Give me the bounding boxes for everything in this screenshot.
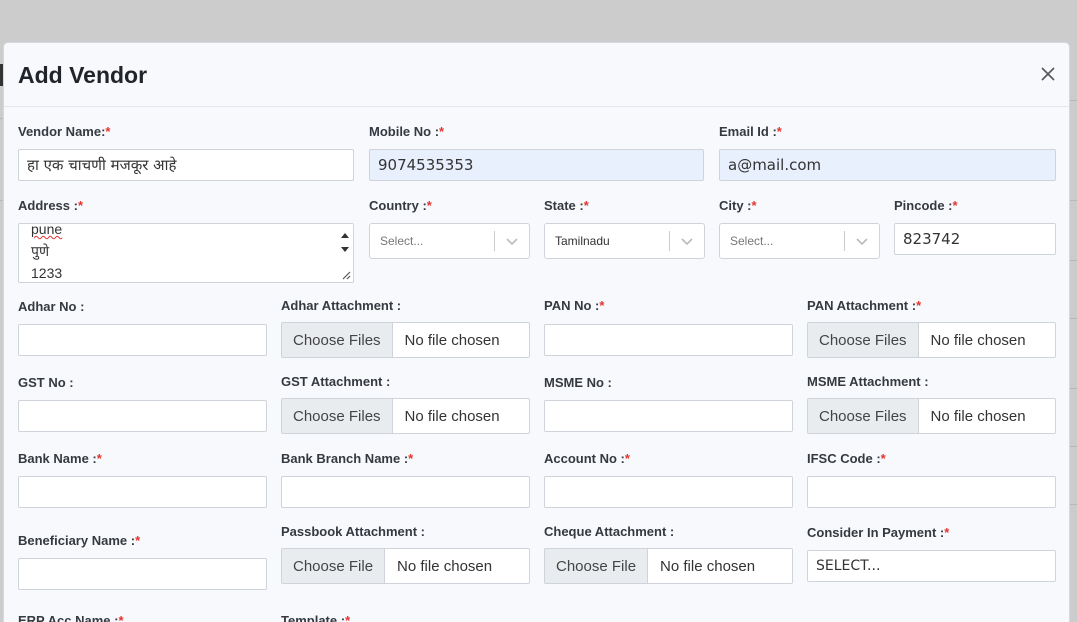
address-line: pune xyxy=(31,223,63,237)
scroll-up-arrow-icon[interactable] xyxy=(340,231,350,239)
city-label: City :* xyxy=(719,198,757,213)
background-divider xyxy=(1070,200,1077,201)
consider-in-payment-label: Consider In Payment :* xyxy=(807,525,950,540)
erp-acc-name-label: ERP Acc Name :* xyxy=(18,613,124,622)
choose-file-button[interactable]: Choose File xyxy=(545,549,649,583)
beneficiary-name-label: Beneficiary Name :* xyxy=(18,533,141,548)
address-line: पुणे xyxy=(31,243,50,259)
file-status: No file chosen xyxy=(930,331,1026,349)
file-status: No file chosen xyxy=(930,407,1026,425)
passbook-attachment-file-input[interactable]: Choose File No file chosen xyxy=(281,548,530,584)
choose-files-button[interactable]: Choose Files xyxy=(808,323,919,357)
pincode-value: 823742 xyxy=(903,230,961,248)
gst-no-label: GST No : xyxy=(18,375,74,390)
consider-in-payment-value: SELECT... xyxy=(816,558,881,574)
email-id-label: Email Id :* xyxy=(719,124,782,139)
close-button[interactable] xyxy=(1039,65,1057,83)
choose-file-button[interactable]: Choose File xyxy=(282,549,386,583)
country-placeholder: Select... xyxy=(380,234,424,248)
resize-grip-icon[interactable] xyxy=(341,270,351,280)
vendor-name-input[interactable]: हा एक चाचणी मजकूर आहे xyxy=(18,149,354,181)
chevron-down-icon[interactable] xyxy=(845,234,879,248)
vendor-name-value: हा एक चाचणी मजकूर आहे xyxy=(27,156,177,174)
email-id-input[interactable]: a@mail.com xyxy=(719,149,1056,181)
passbook-attachment-label: Passbook Attachment : xyxy=(281,524,425,539)
background-divider xyxy=(1070,504,1077,505)
state-select[interactable]: Tamilnadu xyxy=(544,223,705,259)
background-divider xyxy=(1070,446,1077,447)
gst-attachment-label: GST Attachment : xyxy=(281,374,391,389)
account-no-label: Account No :* xyxy=(544,451,630,466)
gst-attachment-file-input[interactable]: Choose Files No file chosen xyxy=(281,398,530,434)
address-line: 1233 xyxy=(31,265,63,281)
pan-attachment-file-input[interactable]: Choose Files No file chosen xyxy=(807,322,1056,358)
file-status: No file chosen xyxy=(660,557,756,575)
choose-files-button[interactable]: Choose Files xyxy=(808,399,919,433)
bank-name-input[interactable] xyxy=(18,476,267,508)
bank-branch-name-label: Bank Branch Name :* xyxy=(281,451,414,466)
adhar-no-label: Adhar No : xyxy=(18,299,85,314)
background-divider xyxy=(1070,318,1077,319)
cheque-attachment-label: Cheque Attachment : xyxy=(544,524,675,539)
vendor-name-label: Vendor Name:* xyxy=(18,124,111,139)
address-textarea[interactable]: pune पुणे 1233 xyxy=(18,223,354,283)
pincode-label: Pincode :* xyxy=(894,198,958,213)
address-label: Address :* xyxy=(18,198,84,213)
pan-no-input[interactable] xyxy=(544,324,793,356)
choose-files-button[interactable]: Choose Files xyxy=(282,323,393,357)
background-divider xyxy=(1070,100,1077,101)
state-label: State :* xyxy=(544,198,589,213)
msme-attachment-label: MSME Attachment : xyxy=(807,374,929,389)
bank-name-label: Bank Name :* xyxy=(18,451,102,466)
file-status: No file chosen xyxy=(404,407,500,425)
mobile-no-label: Mobile No :* xyxy=(369,124,445,139)
state-value: Tamilnadu xyxy=(555,234,610,248)
gst-no-input[interactable] xyxy=(18,400,267,432)
country-label: Country :* xyxy=(369,198,432,213)
modal-title: Add Vendor xyxy=(18,62,148,88)
mobile-no-input[interactable]: 9074535353 xyxy=(369,149,704,181)
chevron-down-icon[interactable] xyxy=(495,234,529,248)
scroll-down-arrow-icon[interactable] xyxy=(340,246,350,254)
background-divider xyxy=(1070,388,1077,389)
bank-branch-name-input[interactable] xyxy=(281,476,530,508)
adhar-attachment-label: Adhar Attachment : xyxy=(281,298,402,313)
account-no-input[interactable] xyxy=(544,476,793,508)
template-label: Template :* xyxy=(281,613,351,622)
beneficiary-name-input[interactable] xyxy=(18,558,267,590)
email-id-value: a@mail.com xyxy=(728,156,822,174)
consider-in-payment-select[interactable]: SELECT... xyxy=(807,550,1056,582)
adhar-attachment-file-input[interactable]: Choose Files No file chosen xyxy=(281,322,530,358)
chevron-down-icon[interactable] xyxy=(670,234,704,248)
add-vendor-modal: Add Vendor Vendor Name:* हा एक चाचणी मजक… xyxy=(3,42,1070,622)
file-status: No file chosen xyxy=(397,557,493,575)
pincode-input[interactable]: 823742 xyxy=(894,223,1056,255)
ifsc-code-input[interactable] xyxy=(807,476,1056,508)
adhar-no-input[interactable] xyxy=(18,324,267,356)
msme-no-input[interactable] xyxy=(544,400,793,432)
modal-header: Add Vendor xyxy=(4,43,1069,107)
pan-attachment-label: PAN Attachment :* xyxy=(807,298,922,313)
file-status: No file chosen xyxy=(404,331,500,349)
choose-files-button[interactable]: Choose Files xyxy=(282,399,393,433)
background-divider xyxy=(1070,260,1077,261)
msme-no-label: MSME No : xyxy=(544,375,612,390)
close-icon xyxy=(1041,67,1055,81)
cheque-attachment-file-input[interactable]: Choose File No file chosen xyxy=(544,548,793,584)
pan-no-label: PAN No :* xyxy=(544,298,605,313)
country-select[interactable]: Select... xyxy=(369,223,530,259)
msme-attachment-file-input[interactable]: Choose Files No file chosen xyxy=(807,398,1056,434)
city-select[interactable]: Select... xyxy=(719,223,880,259)
mobile-no-value: 9074535353 xyxy=(378,156,474,174)
city-placeholder: Select... xyxy=(730,234,774,248)
ifsc-code-label: IFSC Code :* xyxy=(807,451,886,466)
